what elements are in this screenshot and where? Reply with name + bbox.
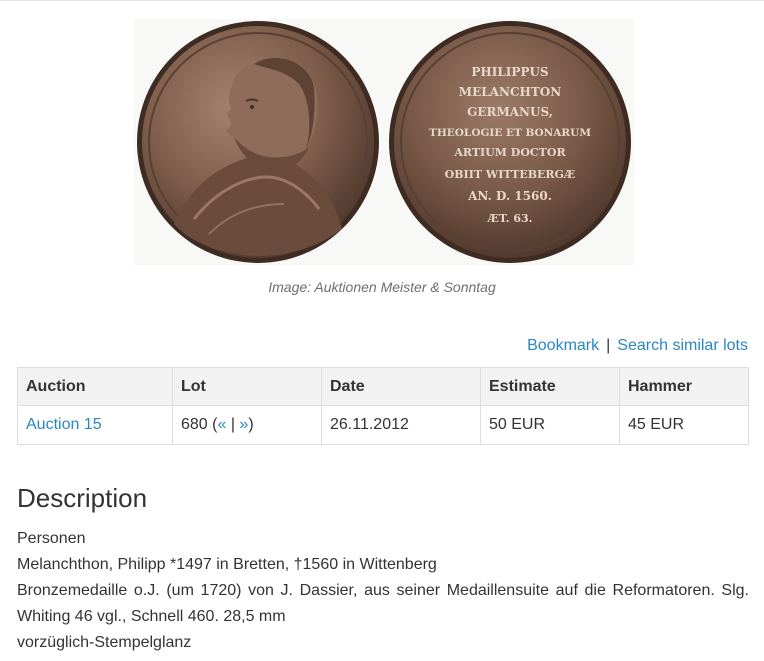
inscription-line: OBIIT WITTEBERGÆ xyxy=(445,168,576,181)
cell-date: 26.11.2012 xyxy=(321,405,481,445)
inscription-line: THEOLOGIE ET BONARUM xyxy=(429,127,591,139)
search-similar-lots-link[interactable]: Search similar lots xyxy=(617,337,748,354)
inscription-line: MELANCHTON xyxy=(459,85,561,99)
medal-reverse: PHILIPPUS MELANCHTON GERMANUS, THEOLOGIE… xyxy=(389,21,631,263)
coin-image: PHILIPPUS MELANCHTON GERMANUS, THEOLOGIE… xyxy=(134,19,634,265)
lot-nav-separator: | xyxy=(226,416,240,433)
lot-table: Auction Lot Date Estimate Hammer Auction… xyxy=(17,367,749,445)
inscription-line: GERMANUS, xyxy=(467,105,553,119)
medal-illustration: PHILIPPUS MELANCHTON GERMANUS, THEOLOGIE… xyxy=(137,21,631,263)
inscription-line: ÆT. 63. xyxy=(487,212,533,225)
cell-hammer: 45 EUR xyxy=(619,405,749,445)
image-credit: Image: Auktionen Meister & Sonntag xyxy=(268,279,496,295)
inscription-line: AN. D. 1560. xyxy=(467,189,552,203)
bookmark-link[interactable]: Bookmark xyxy=(527,337,599,354)
lot-number: 680 ( xyxy=(181,416,218,433)
column-header-lot: Lot xyxy=(172,367,322,406)
lot-close-paren: ) xyxy=(248,416,254,433)
inscription-line: PHILIPPUS xyxy=(471,65,548,79)
cell-lot: 680 (« | ») xyxy=(172,405,322,445)
description-grade: vorzüglich-Stempelglanz xyxy=(17,634,192,651)
column-header-estimate: Estimate xyxy=(480,367,620,406)
next-lot-link[interactable]: » xyxy=(239,416,248,433)
auction-link[interactable]: Auction 15 xyxy=(26,416,102,433)
description-details: Bronzemedaille o.J. (um 1720) von J. Das… xyxy=(17,582,749,625)
actions-separator: | xyxy=(606,337,611,354)
medal-obverse xyxy=(137,21,379,263)
top-divider xyxy=(0,0,764,1)
description-person: Melanchthon, Philipp *1497 in Bretten, †… xyxy=(17,556,437,573)
cell-estimate: 50 EUR xyxy=(480,405,620,445)
column-header-auction: Auction xyxy=(17,367,173,406)
description-category: Personen xyxy=(17,530,86,547)
table-header-row: Auction Lot Date Estimate Hammer xyxy=(17,367,749,406)
inscription-line: ARTIUM DOCTOR xyxy=(453,146,566,159)
column-header-hammer: Hammer xyxy=(619,367,749,406)
table-row: Auction 15 680 (« | ») 26.11.2012 50 EUR… xyxy=(17,405,749,445)
description-heading: Description xyxy=(17,483,148,513)
column-header-date: Date xyxy=(321,367,481,406)
cell-auction: Auction 15 xyxy=(17,405,173,445)
lot-actions: Bookmark | Search similar lots xyxy=(527,337,748,355)
description-body: Personen Melanchthon, Philipp *1497 in B… xyxy=(17,526,749,656)
